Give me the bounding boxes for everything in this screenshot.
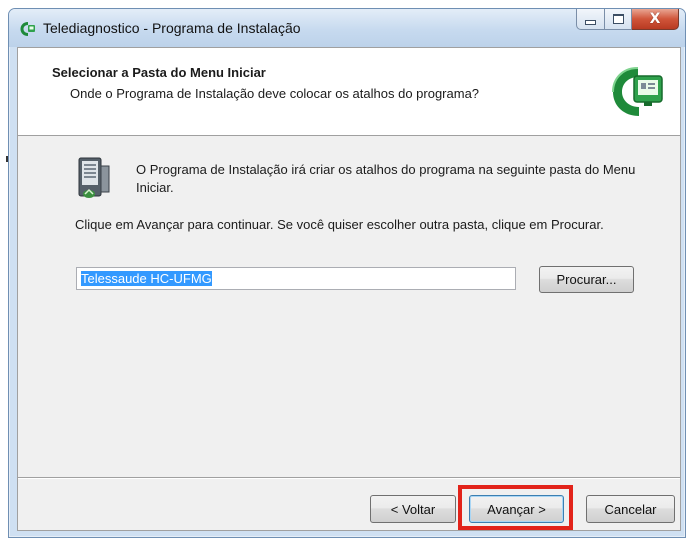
app-logo-icon <box>20 22 35 36</box>
telediagnostico-logo-icon <box>612 67 663 116</box>
start-menu-folder-icon <box>78 157 110 198</box>
close-button[interactable]: X <box>632 9 679 30</box>
maximize-button[interactable] <box>605 9 632 30</box>
caption-buttons: X <box>576 9 679 31</box>
instruction-text: Clique em Avançar para continuar. Se voc… <box>75 217 604 232</box>
edge-mark <box>6 156 8 162</box>
info-text: O Programa de Instalação irá criar os at… <box>136 162 636 195</box>
footer-divider <box>18 477 680 479</box>
minimize-icon <box>585 20 596 25</box>
close-icon: X <box>649 11 661 27</box>
folder-name-value: Telessaude HC-UFMG <box>81 271 212 286</box>
next-button[interactable]: Avançar > <box>469 495 564 523</box>
minimize-button[interactable] <box>576 9 605 30</box>
start-menu-folder-input[interactable]: Telessaude HC-UFMG <box>76 267 516 290</box>
browse-button[interactable]: Procurar... <box>539 266 634 293</box>
wizard-header: Selecionar a Pasta do Menu Iniciar Onde … <box>18 48 680 136</box>
window-title: Telediagnostico - Programa de Instalação <box>43 20 301 36</box>
cancel-button[interactable]: Cancelar <box>586 495 675 523</box>
wizard-page: Selecionar a Pasta do Menu Iniciar Onde … <box>17 47 681 531</box>
page-subtitle: Onde o Programa de Instalação deve coloc… <box>70 86 480 101</box>
title-bar[interactable]: Telediagnostico - Programa de Instalação… <box>9 9 685 47</box>
installer-window: Telediagnostico - Programa de Instalação… <box>8 8 686 538</box>
page-title: Selecionar a Pasta do Menu Iniciar <box>52 65 266 80</box>
back-button[interactable]: < Voltar <box>370 495 456 523</box>
maximize-icon <box>612 14 624 24</box>
